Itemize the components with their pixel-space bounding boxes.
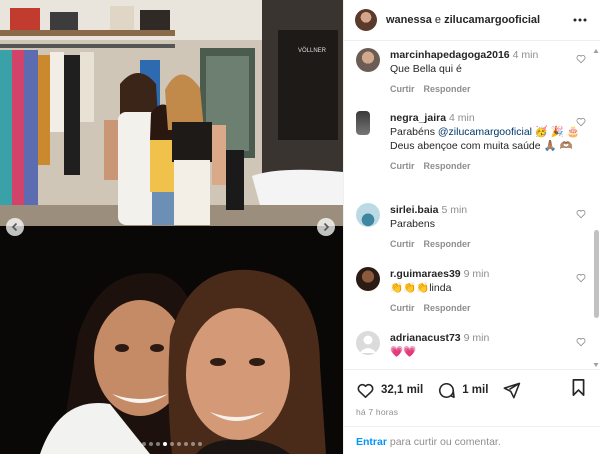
carousel-dot (162, 442, 167, 446)
comment-text: 💗💗 (390, 346, 417, 358)
comment-text: Que Bella qui é (390, 63, 462, 75)
carousel-dot (169, 442, 174, 446)
carousel-dot (183, 442, 188, 446)
login-link[interactable]: Entrar (356, 436, 387, 448)
comment-avatar[interactable] (356, 267, 380, 291)
comment-text: Parabéns @zilucamargooficial 🥳 🎉 🎂 Deus … (390, 125, 586, 153)
comment-time: 5 min (441, 204, 468, 216)
heart-icon (357, 383, 374, 398)
comment-username[interactable]: sirlei.baia (390, 204, 438, 216)
more-options-button[interactable] (572, 12, 588, 28)
photo-store: VÖLLNER (0, 0, 343, 226)
comment-time: 9 min (463, 268, 490, 280)
author-username-2[interactable]: zilucamargooficial (444, 14, 540, 26)
closeup-photo-illustration (0, 226, 343, 454)
comment-avatar[interactable] (356, 203, 380, 227)
comment-username[interactable]: marcinhapedagoga2016 (390, 49, 510, 61)
carousel-dot (190, 442, 195, 446)
comment-reply-button[interactable]: Responder (424, 161, 471, 171)
comment-avatar-default[interactable] (356, 331, 380, 355)
author-avatar[interactable] (355, 9, 377, 31)
comment-like-heart-icon[interactable] (576, 54, 586, 64)
comment-like-button[interactable]: Curtir (390, 239, 415, 249)
comment-text: 👏👏👏linda (390, 282, 452, 294)
comment-username[interactable]: r.guimaraes39 (390, 268, 461, 280)
comment-reply-button[interactable]: Responder (424, 84, 471, 94)
default-user-icon (359, 335, 377, 353)
comment-like-heart-icon[interactable] (576, 117, 586, 127)
comment-like-heart-icon[interactable] (576, 273, 586, 283)
chevron-right-icon (323, 222, 330, 232)
comment-like-heart-icon[interactable] (576, 209, 586, 219)
paper-plane-icon (504, 382, 521, 398)
like-count: 32,1 mil (381, 384, 424, 396)
more-horizontal-icon (573, 18, 587, 22)
scroll-up-icon[interactable] (593, 48, 599, 54)
post-side-panel: wanessa e zilucamargooficial marcinhaped… (343, 0, 600, 454)
carousel-dot (176, 442, 181, 446)
post-actions: 32,1 mil 1 mil há 7 horas (344, 369, 600, 417)
comment-icon (439, 382, 456, 398)
scroll-down-icon[interactable] (593, 362, 599, 368)
carousel-dot (197, 442, 202, 446)
carousel-dot (155, 442, 160, 446)
bookmark-icon (572, 378, 585, 396)
chevron-left-icon (11, 222, 18, 232)
like-button[interactable]: 32,1 mil (356, 381, 423, 400)
carousel-dot (148, 442, 153, 446)
scrollbar-thumb[interactable] (594, 230, 599, 318)
comments-scrollbar[interactable] (593, 48, 599, 368)
comment-reply-button[interactable]: Responder (424, 239, 471, 249)
photo-closeup (0, 226, 343, 454)
comment-item: r.guimaraes39 9 min 👏👏👏linda Curtir Respon… (356, 267, 586, 315)
comment-avatar[interactable] (356, 48, 380, 72)
comment-count: 1 mil (462, 384, 489, 396)
login-prompt: Entrar para curtir ou comentar. (344, 426, 600, 454)
post-time-ago[interactable]: há 7 horas (356, 407, 589, 417)
carousel-indicator (0, 442, 343, 446)
post-authors: wanessa e zilucamargooficial (386, 14, 540, 26)
comments-list[interactable]: marcinhapedagoga2016 4 min Que Bella qui … (344, 41, 592, 369)
save-button[interactable] (570, 378, 587, 402)
login-prompt-text: para curtir ou comentar. (386, 436, 501, 448)
comment-avatar[interactable] (356, 111, 370, 135)
comment-like-button[interactable]: Curtir (390, 161, 415, 171)
comment-time: 9 min (463, 332, 490, 344)
comment-username[interactable]: adrianacust73 (390, 332, 461, 344)
comment-text-prefix: Parabéns (390, 126, 438, 138)
comment-item: adrianacust73 9 min 💗💗 (356, 331, 586, 359)
post-header: wanessa e zilucamargooficial (344, 0, 600, 41)
svg-text:VÖLLNER: VÖLLNER (298, 47, 327, 54)
comment-mention[interactable]: @zilucamargooficial (438, 126, 532, 138)
author-username-1[interactable]: wanessa (386, 14, 432, 26)
comment-username[interactable]: negra_jaira (390, 112, 446, 124)
comment-reply-button[interactable]: Responder (424, 303, 471, 313)
comment-time: 4 min (512, 49, 539, 61)
authors-connector: e (431, 14, 445, 26)
carousel-prev-button[interactable] (6, 218, 24, 236)
comment-item: negra_jaira 4 min Parabéns @zilucamargoof… (356, 111, 586, 173)
comment-item: sirlei.baia 5 min Parabens Curtir Responde… (356, 203, 586, 251)
store-photo-illustration: VÖLLNER (0, 0, 343, 226)
comment-like-button[interactable]: Curtir (390, 84, 415, 94)
carousel-dot (141, 442, 146, 446)
comment-time: 4 min (449, 112, 475, 124)
comment-item: marcinhapedagoga2016 4 min Que Bella qui … (356, 48, 586, 96)
comment-like-heart-icon[interactable] (576, 337, 586, 347)
comment-text: Parabens (390, 218, 435, 230)
carousel-next-button[interactable] (317, 218, 335, 236)
comment-like-button[interactable]: Curtir (390, 303, 415, 313)
post-media[interactable]: VÖLLNER (0, 0, 343, 454)
share-button[interactable] (502, 381, 521, 400)
comment-button[interactable]: 1 mil (437, 381, 488, 400)
